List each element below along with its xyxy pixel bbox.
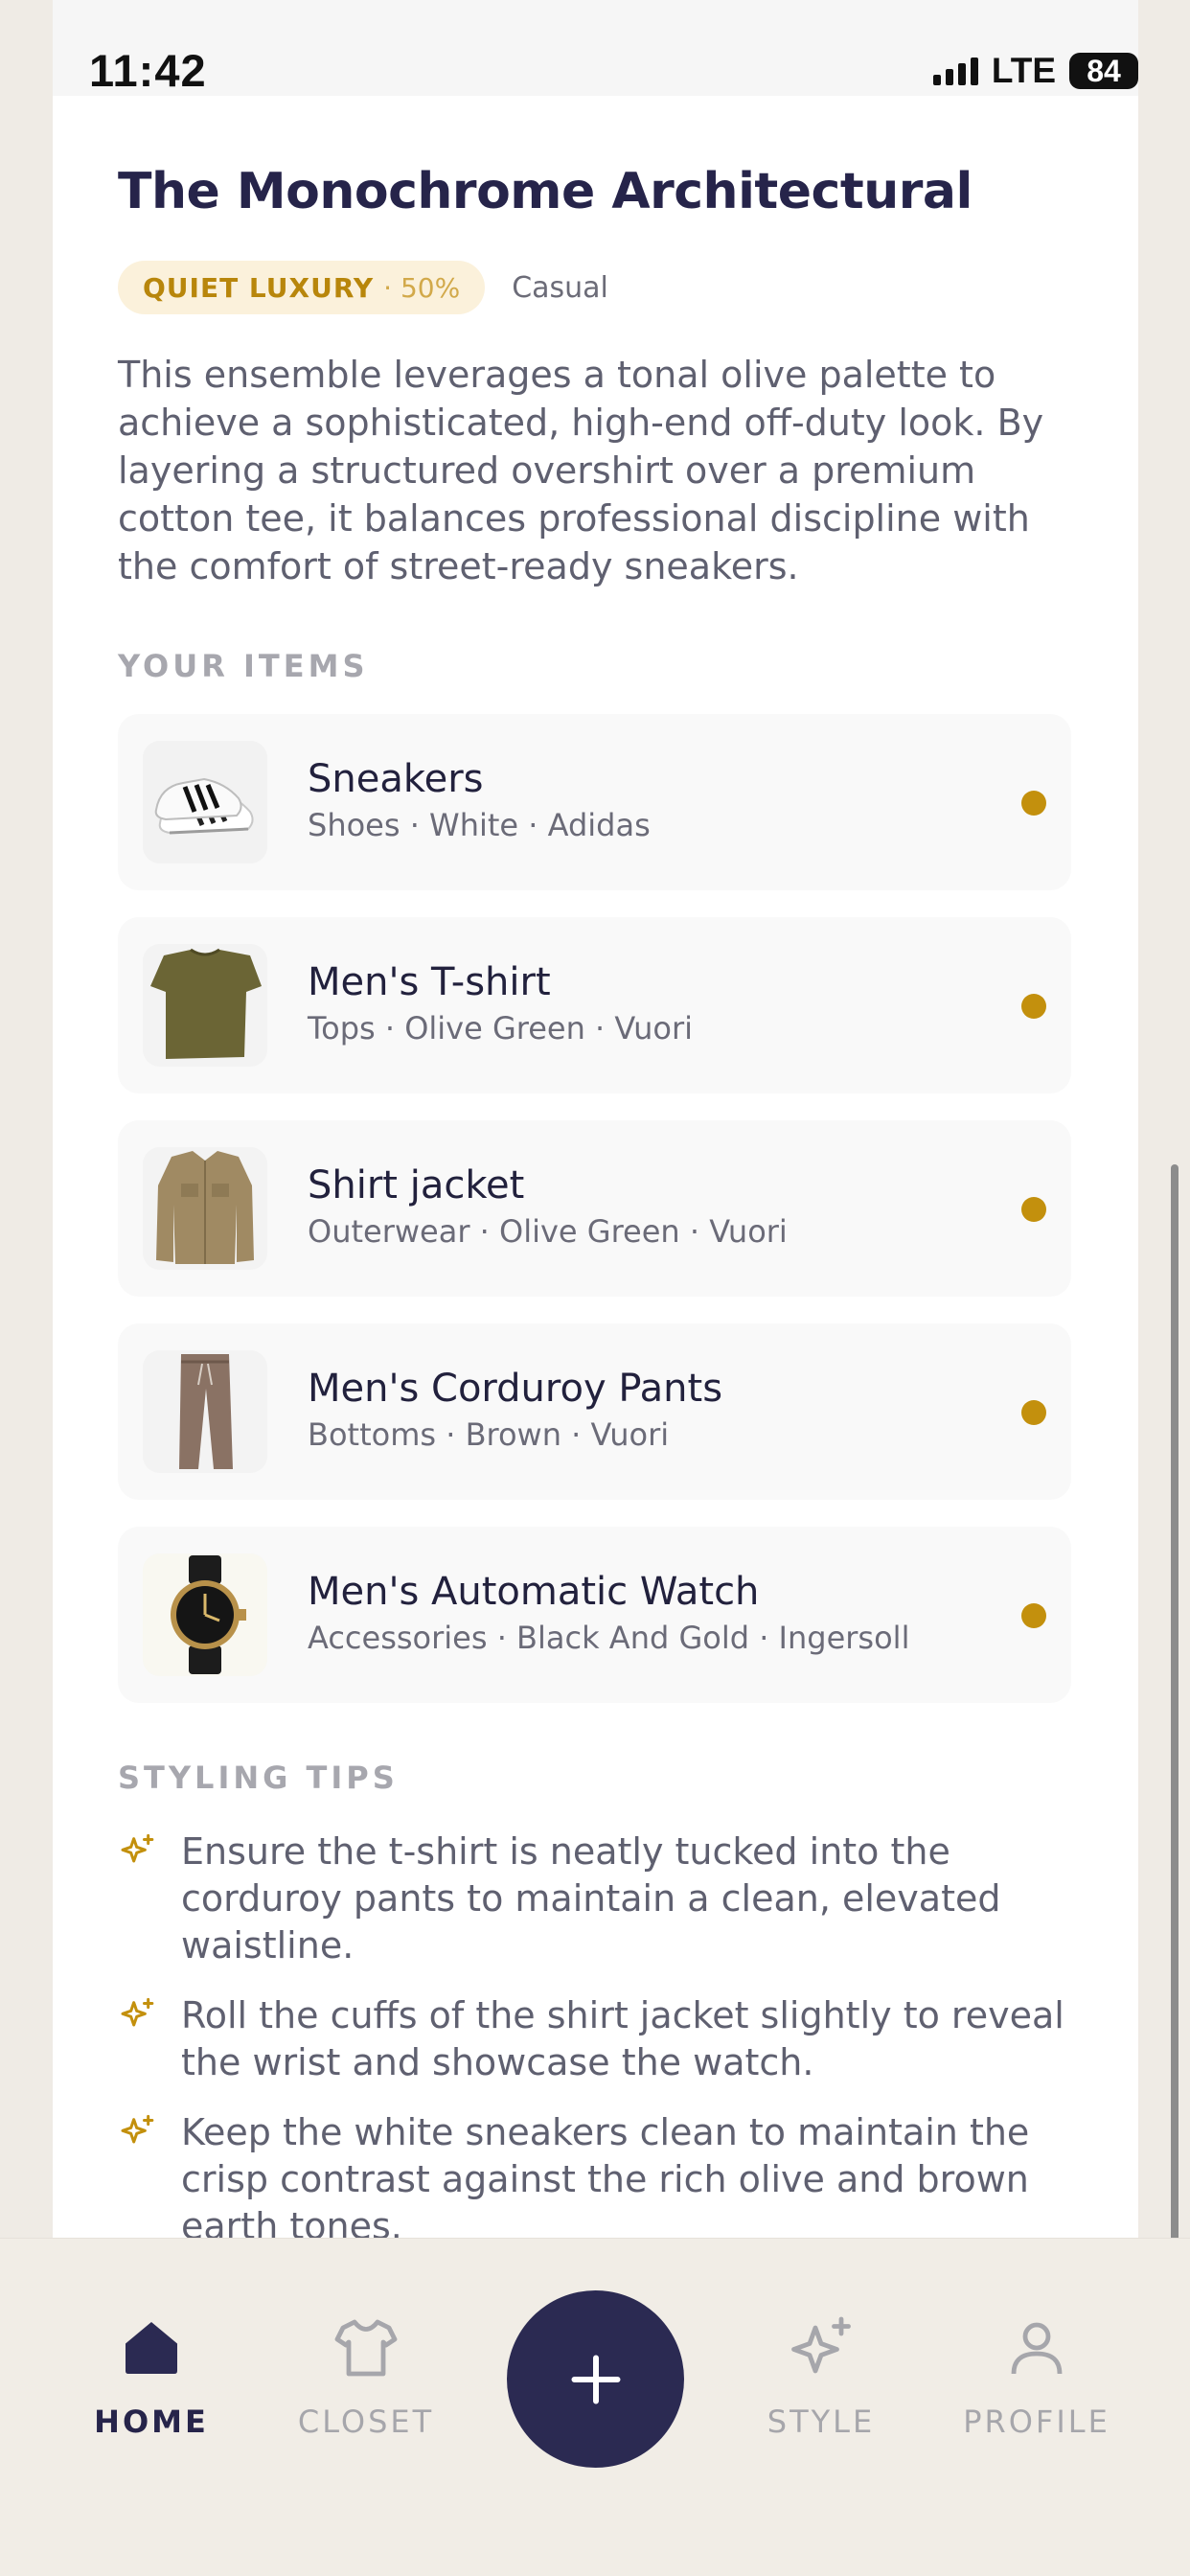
status-indicators: LTE 84 — [932, 50, 1138, 92]
sparkle-icon — [121, 1833, 154, 1863]
status-time: 11:42 — [89, 45, 207, 96]
status-dot — [1021, 994, 1046, 1019]
sparkle-icon — [121, 2114, 154, 2144]
status-dot — [1021, 1197, 1046, 1222]
tip-item: Ensure the t-shirt is neatly tucked into… — [118, 1828, 1086, 1969]
item-meta: Tops · Olive Green · Vuori — [308, 1010, 693, 1046]
items-list: Sneakers Shoes · White · Adidas Men's T-… — [118, 714, 1071, 1730]
status-dot — [1021, 791, 1046, 816]
tips-section-label: STYLING TIPS — [118, 1760, 399, 1796]
item-card-tshirt[interactable]: Men's T-shirt Tops · Olive Green · Vuori — [118, 917, 1071, 1093]
watch-icon — [143, 1553, 267, 1676]
profile-icon — [1011, 2322, 1063, 2375]
item-name: Sneakers — [308, 757, 484, 801]
nav-home[interactable]: HOME — [56, 2313, 247, 2440]
item-meta: Outerwear · Olive Green · Vuori — [308, 1213, 788, 1250]
nav-style[interactable]: STYLE — [725, 2313, 917, 2440]
shirt-icon — [334, 2319, 398, 2377]
pants-thumbnail — [143, 1350, 267, 1473]
shirt-jacket-thumbnail — [143, 1147, 267, 1270]
style-tag-label: QUIET LUXURY — [143, 271, 375, 304]
item-meta: Bottoms · Brown · Vuori — [308, 1416, 670, 1453]
status-dot — [1021, 1603, 1046, 1628]
network-label: LTE — [991, 51, 1056, 90]
scrollbar[interactable] — [1171, 1164, 1179, 2300]
item-text: Men's Corduroy Pants Bottoms · Brown · V… — [308, 1366, 722, 1456]
item-name: Men's Corduroy Pants — [308, 1367, 723, 1411]
tip-item: Roll the cuffs of the shirt jacket sligh… — [118, 1992, 1086, 2086]
item-text: Men's T-shirt Tops · Olive Green · Vuori — [308, 959, 693, 1049]
style-tag-badge: QUIET LUXURY · 50% — [118, 261, 486, 314]
tip-text: Keep the white sneakers clean to maintai… — [181, 2111, 1030, 2247]
outfit-title: The Monochrome Architectural — [118, 163, 973, 220]
plus-icon — [571, 2355, 620, 2404]
item-text: Sneakers Shoes · White · Adidas — [308, 756, 651, 846]
status-bar: 11:42 LTE 84 — [53, 0, 1138, 96]
sneakers-icon — [143, 741, 267, 863]
occasion-label: Casual — [512, 270, 608, 305]
item-text: Shirt jacket Outerwear · Olive Green · V… — [308, 1162, 788, 1253]
tip-text: Ensure the t-shirt is neatly tucked into… — [181, 1830, 1001, 1966]
style-tag-percent: · 50% — [383, 271, 461, 304]
sparkle-icon — [121, 1997, 154, 2027]
add-item-button[interactable] — [507, 2290, 684, 2468]
item-meta: Shoes · White · Adidas — [308, 807, 651, 843]
battery-icon: 84 — [1069, 53, 1138, 89]
item-text: Men's Automatic Watch Accessories · Blac… — [308, 1569, 909, 1659]
nav-home-label: HOME — [94, 2404, 209, 2440]
home-icon — [126, 2322, 177, 2374]
nav-profile[interactable]: PROFILE — [941, 2313, 1133, 2440]
styling-tips-list: Ensure the t-shirt is neatly tucked into… — [118, 1828, 1086, 2273]
tshirt-thumbnail — [143, 944, 267, 1067]
item-name: Men's Automatic Watch — [308, 1570, 760, 1614]
nav-closet-label: CLOSET — [297, 2404, 435, 2440]
watch-thumbnail — [143, 1553, 267, 1676]
item-card-shirt-jacket[interactable]: Shirt jacket Outerwear · Olive Green · V… — [118, 1120, 1071, 1297]
tip-text: Roll the cuffs of the shirt jacket sligh… — [181, 1994, 1064, 2083]
item-meta: Accessories · Black And Gold · Ingersoll — [308, 1620, 910, 1656]
nav-style-label: STYLE — [767, 2404, 876, 2440]
sneakers-thumbnail — [143, 741, 267, 863]
outfit-tags: QUIET LUXURY · 50% Casual — [118, 261, 608, 314]
outfit-description: This ensemble leverages a tonal olive pa… — [118, 354, 1044, 587]
item-name: Shirt jacket — [308, 1163, 525, 1208]
sparkle-icon — [791, 2316, 851, 2374]
item-card-sneakers[interactable]: Sneakers Shoes · White · Adidas — [118, 714, 1071, 890]
items-section-label: YOUR ITEMS — [118, 648, 369, 684]
nav-closet[interactable]: CLOSET — [270, 2313, 462, 2440]
item-name: Men's T-shirt — [308, 960, 551, 1004]
tshirt-icon — [143, 944, 267, 1067]
pants-icon — [143, 1350, 267, 1473]
tip-item: Keep the white sneakers clean to maintai… — [118, 2109, 1086, 2250]
status-dot — [1021, 1400, 1046, 1425]
shirt-jacket-icon — [143, 1147, 267, 1270]
nav-profile-label: PROFILE — [963, 2404, 1110, 2440]
item-card-watch[interactable]: Men's Automatic Watch Accessories · Blac… — [118, 1527, 1071, 1703]
item-card-pants[interactable]: Men's Corduroy Pants Bottoms · Brown · V… — [118, 1323, 1071, 1500]
signal-icon — [932, 57, 978, 85]
